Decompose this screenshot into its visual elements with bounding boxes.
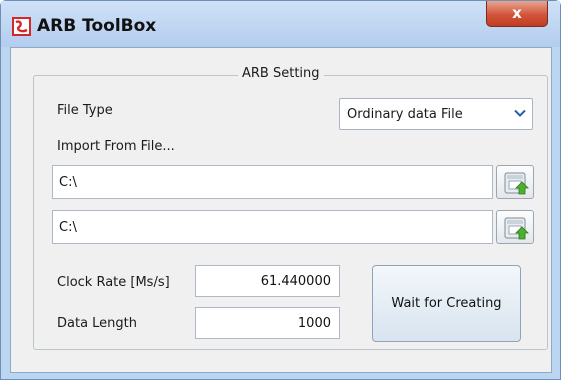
- clock-rate-label: Clock Rate [Ms/s]: [57, 275, 170, 290]
- clock-rate-input[interactable]: [195, 265, 340, 297]
- import-path-input-1[interactable]: [52, 165, 493, 199]
- app-logo-icon: [12, 17, 31, 36]
- wait-for-creating-button[interactable]: Wait for Creating: [372, 265, 521, 342]
- file-type-select[interactable]: Ordinary data File: [339, 98, 533, 130]
- data-length-label: Data Length: [57, 316, 138, 331]
- folder-browse-icon: [504, 217, 529, 240]
- browse-button-2[interactable]: [496, 210, 534, 244]
- group-title: ARB Setting: [238, 66, 324, 82]
- close-icon: x: [512, 4, 522, 22]
- import-path-input-2[interactable]: [52, 210, 493, 244]
- title-bar[interactable]: ARB ToolBox x: [1, 1, 560, 47]
- import-from-file-label: Import From File...: [57, 139, 175, 154]
- file-type-label: File Type: [57, 103, 113, 118]
- folder-browse-icon: [504, 172, 529, 195]
- close-button[interactable]: x: [486, 1, 548, 27]
- chevron-down-icon: [514, 109, 526, 117]
- window-title: ARB ToolBox: [37, 16, 157, 36]
- browse-button-1[interactable]: [496, 165, 534, 199]
- data-length-input[interactable]: [195, 307, 340, 339]
- file-type-selected-value: Ordinary data File: [347, 107, 463, 122]
